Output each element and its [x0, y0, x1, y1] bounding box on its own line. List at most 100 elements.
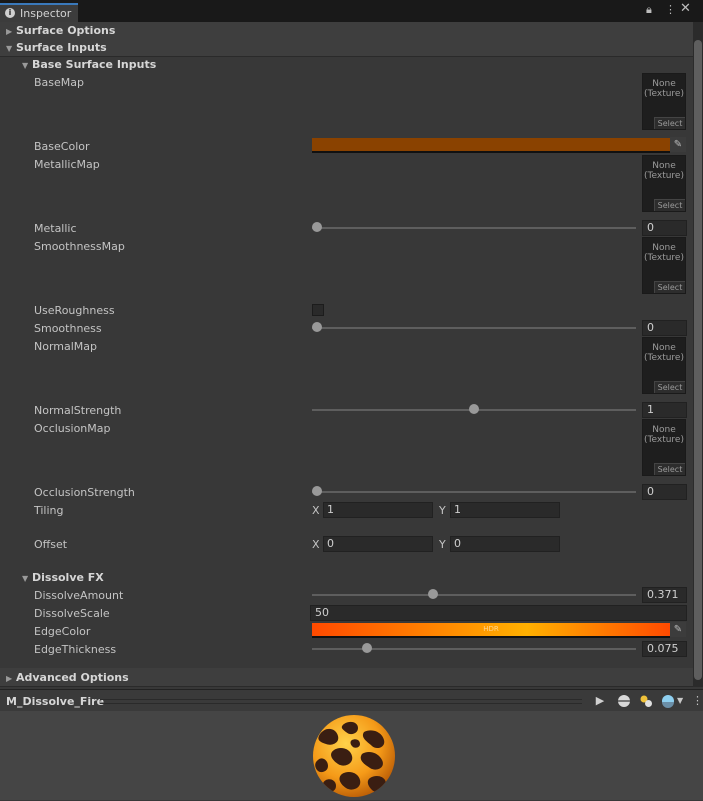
metallic-value-field[interactable]: 0	[642, 220, 687, 236]
light-icon[interactable]	[638, 693, 654, 709]
offset-x-field[interactable]: 0	[323, 536, 433, 552]
tiling-y-field[interactable]: 1	[450, 502, 560, 518]
texture-type-text: (Texture)	[644, 171, 684, 181]
dissolve-fx-foldout[interactable]: ▼ Dissolve FX	[22, 571, 104, 584]
edgethickness-value-field[interactable]: 0.075	[642, 641, 687, 657]
surface-options-label: Surface Options	[16, 24, 116, 37]
smoothnessmap-label: SmoothnessMap	[34, 240, 125, 253]
more-vert-icon[interactable]: ⋮	[665, 4, 676, 16]
metallic-slider[interactable]	[312, 222, 636, 234]
chevron-down-icon: ▼	[22, 61, 29, 70]
dissolve-fx-label: Dissolve FX	[32, 571, 104, 584]
useroughness-label: UseRoughness	[34, 304, 115, 317]
texture-select-button[interactable]: Select	[654, 199, 685, 211]
dropdown-icon[interactable]: ▼	[677, 694, 683, 708]
skybox-icon[interactable]	[661, 694, 675, 708]
texture-select-button[interactable]: Select	[654, 463, 685, 475]
base-surface-inputs-foldout[interactable]: ▼ Base Surface Inputs	[22, 58, 156, 71]
tiling-y-label: Y	[439, 504, 446, 517]
eyedropper-icon[interactable]: ✎	[670, 137, 686, 152]
texture-none-text: None	[652, 161, 676, 171]
occlusionstrength-slider[interactable]	[312, 486, 636, 498]
advanced-options-header[interactable]: ▶ Advanced Options	[0, 668, 693, 687]
tiling-x-field[interactable]: 1	[323, 502, 433, 518]
chevron-down-icon: ▼	[22, 574, 29, 583]
dissolveamount-label: DissolveAmount	[34, 589, 124, 602]
metallicmap-texture-slot[interactable]: None (Texture) Select	[642, 155, 686, 212]
slider-knob[interactable]	[362, 643, 372, 653]
texture-type-text: (Texture)	[644, 89, 684, 99]
metallic-label: Metallic	[34, 222, 77, 235]
surface-inputs-header[interactable]: ▼ Surface Inputs	[0, 39, 693, 57]
smoothness-slider[interactable]	[312, 322, 636, 334]
normalstrength-slider[interactable]	[312, 404, 636, 416]
texture-type-text: (Texture)	[644, 353, 684, 363]
sphere-shape-icon[interactable]	[617, 694, 631, 708]
normalstrength-value-field[interactable]: 1	[642, 402, 687, 418]
dissolvescale-label: DissolveScale	[34, 607, 110, 620]
edgethickness-slider[interactable]	[312, 643, 636, 655]
material-preview-area[interactable]	[0, 711, 703, 800]
texture-type-text: (Texture)	[644, 435, 684, 445]
slider-knob[interactable]	[312, 322, 322, 332]
eyedropper-icon[interactable]: ✎	[670, 622, 686, 637]
lock-icon[interactable]: 🔒︎	[646, 4, 652, 16]
texture-type-text: (Texture)	[644, 253, 684, 263]
base-surface-inputs-label: Base Surface Inputs	[32, 58, 157, 71]
close-icon[interactable]: ✕	[680, 2, 691, 15]
chevron-right-icon: ▶	[6, 27, 13, 36]
dissolveamount-slider[interactable]	[312, 589, 636, 601]
tab-inspector[interactable]: i Inspector	[0, 3, 78, 22]
metallicmap-label: MetallicMap	[34, 158, 100, 171]
scrollbar-thumb[interactable]	[694, 40, 702, 680]
useroughness-checkbox[interactable]	[312, 304, 324, 316]
smoothnessmap-texture-slot[interactable]: None (Texture) Select	[642, 237, 686, 294]
normalmap-texture-slot[interactable]: None (Texture) Select	[642, 337, 686, 394]
texture-select-button[interactable]: Select	[654, 381, 685, 393]
texture-none-text: None	[652, 79, 676, 89]
smoothness-value-field[interactable]: 0	[642, 320, 687, 336]
normalmap-label: NormalMap	[34, 340, 98, 353]
basemap-label: BaseMap	[34, 76, 84, 89]
hdr-badge: HDR	[483, 625, 499, 633]
edgecolor-swatch[interactable]: HDR	[312, 623, 670, 638]
basemap-texture-slot[interactable]: None (Texture) Select	[642, 73, 686, 130]
slider-knob[interactable]	[312, 486, 322, 496]
normalstrength-label: NormalStrength	[34, 404, 122, 417]
occlusionstrength-label: OcclusionStrength	[34, 486, 135, 499]
info-icon: i	[5, 8, 15, 18]
offset-y-field[interactable]: 0	[450, 536, 560, 552]
dissolveamount-value-field[interactable]: 0.371	[642, 587, 687, 603]
basecolor-label: BaseColor	[34, 140, 90, 153]
texture-none-text: None	[652, 343, 676, 353]
smoothness-label: Smoothness	[34, 322, 102, 335]
occlusionmap-texture-slot[interactable]: None (Texture) Select	[642, 419, 686, 476]
chevron-right-icon: ▶	[6, 674, 13, 683]
more-vert-icon[interactable]: ⋮	[692, 693, 703, 709]
edgecolor-label: EdgeColor	[34, 625, 91, 638]
texture-none-text: None	[652, 425, 676, 435]
texture-none-text: None	[652, 243, 676, 253]
surface-options-header[interactable]: ▶ Surface Options	[0, 22, 693, 40]
texture-select-button[interactable]: Select	[654, 117, 685, 129]
tiling-label: Tiling	[34, 504, 64, 517]
basecolor-swatch[interactable]	[312, 138, 670, 153]
preview-title: M_Dissolve_Fire	[6, 695, 105, 708]
slider-knob[interactable]	[428, 589, 438, 599]
slider-knob[interactable]	[469, 404, 479, 414]
dissolvescale-field[interactable]: 50	[310, 605, 687, 621]
preview-drag-handle[interactable]	[100, 699, 582, 704]
tiling-x-label: X	[312, 504, 320, 517]
tab-label: Inspector	[20, 7, 72, 20]
slider-knob[interactable]	[312, 222, 322, 232]
advanced-options-label: Advanced Options	[16, 671, 129, 684]
edgethickness-label: EdgeThickness	[34, 643, 117, 656]
play-icon[interactable]: ▶	[590, 693, 610, 709]
chevron-down-icon: ▼	[6, 44, 13, 53]
texture-select-button[interactable]: Select	[654, 281, 685, 293]
occlusionstrength-value-field[interactable]: 0	[642, 484, 687, 500]
surface-inputs-label: Surface Inputs	[16, 41, 107, 54]
offset-x-label: X	[312, 538, 320, 551]
occlusionmap-label: OcclusionMap	[34, 422, 111, 435]
offset-y-label: Y	[439, 538, 446, 551]
